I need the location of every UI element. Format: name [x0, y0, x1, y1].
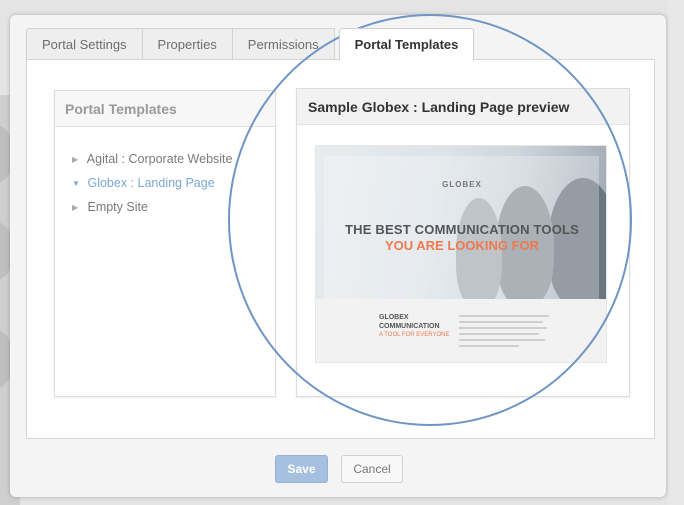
template-item-label: Agital : Corporate Website — [86, 152, 233, 166]
tab-permissions[interactable]: Permissions — [231, 28, 335, 60]
portal-dialog: Portal Settings Properties Permissions P… — [10, 15, 666, 497]
preview-section-name: GLOBEX COMMUNICATION — [379, 314, 440, 330]
save-button[interactable]: Save — [275, 455, 328, 483]
templates-list-title: Portal Templates — [55, 91, 275, 127]
caret-down-icon: ▼ — [72, 178, 80, 188]
template-item-label: Empty Site — [87, 200, 148, 214]
tab-bar: Portal Settings Properties Permissions P… — [26, 28, 475, 61]
preview-brand: GLOBEX — [442, 180, 482, 189]
preview-lower-section: GLOBEX COMMUNICATION A TOOL FOR EVERYONE — [316, 299, 606, 362]
preview-headline: THE BEST COMMUNICATION TOOLS — [344, 222, 580, 237]
cancel-button[interactable]: Cancel — [341, 455, 403, 483]
preview-subheadline: YOU ARE LOOKING FOR — [384, 238, 540, 253]
tab-portal-settings[interactable]: Portal Settings — [26, 28, 143, 60]
caret-right-icon: ▶ — [72, 154, 79, 164]
preview-title: Sample Globex : Landing Page preview — [297, 89, 629, 125]
template-item-empty-site[interactable]: ▶ Empty Site — [72, 195, 275, 219]
tab-properties[interactable]: Properties — [141, 28, 233, 60]
preview-hero: GLOBEX THE BEST COMMUNICATION TOOLS YOU … — [316, 146, 606, 299]
tab-content: Portal Templates ▶ Agital : Corporate We… — [26, 59, 655, 439]
template-item-globex[interactable]: ▼ Globex : Landing Page — [72, 171, 275, 195]
templates-list-panel: Portal Templates ▶ Agital : Corporate We… — [54, 90, 276, 397]
template-preview-image: GLOBEX THE BEST COMMUNICATION TOOLS YOU … — [315, 145, 607, 363]
template-preview-panel: Sample Globex : Landing Page preview GLO… — [296, 88, 630, 397]
template-item-agital[interactable]: ▶ Agital : Corporate Website — [72, 147, 275, 171]
tab-portal-templates[interactable]: Portal Templates — [338, 28, 475, 61]
template-item-label: Globex : Landing Page — [87, 176, 215, 190]
background-right-edge — [668, 0, 684, 505]
caret-right-icon: ▶ — [72, 202, 79, 212]
templates-tree: ▶ Agital : Corporate Website ▼ Globex : … — [55, 127, 275, 219]
preview-section-tag: A TOOL FOR EVERYONE — [379, 332, 450, 338]
preview-body-text — [459, 315, 549, 351]
